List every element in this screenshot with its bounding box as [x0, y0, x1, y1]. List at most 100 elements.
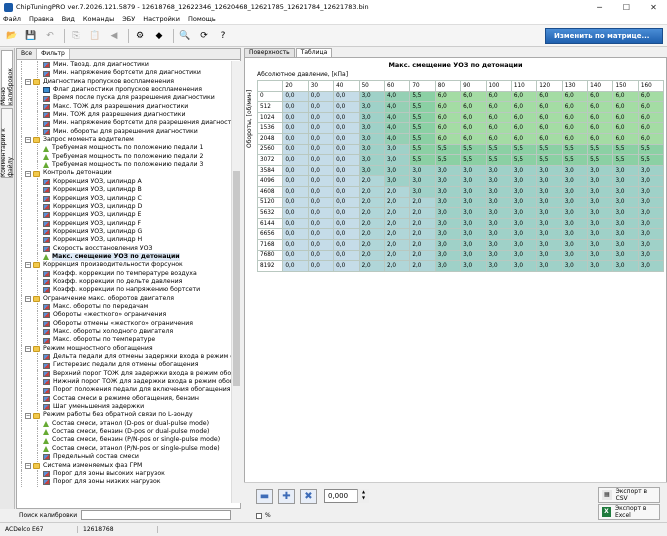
tree-item[interactable]: Макс. смещение УОЗ по детонации — [17, 252, 231, 262]
tab-surface[interactable]: Поверхность — [244, 48, 295, 57]
table-cell[interactable]: 5,5 — [510, 154, 538, 166]
table-cell[interactable]: 3,0 — [587, 196, 614, 209]
table-cell[interactable]: 3,0 — [510, 228, 538, 240]
tree-folder[interactable]: − Система изменяемых фаз ГРМ — [17, 461, 231, 470]
table-cell[interactable]: 3,0 — [409, 185, 436, 198]
table-cell[interactable]: 6,0 — [434, 122, 462, 134]
table-cell[interactable]: 6,0 — [587, 111, 614, 124]
table-cell[interactable]: 6,0 — [612, 132, 639, 145]
search-input[interactable] — [81, 510, 232, 520]
tree-item[interactable]: Коррекция УОЗ, цилиндр A — [17, 177, 231, 187]
table-cell[interactable]: 3,0 — [637, 217, 665, 230]
tree-item[interactable]: Мин. напряжение бортсети для диагностики — [17, 69, 231, 78]
table-cell[interactable]: 4,0 — [383, 90, 411, 103]
table-cell[interactable]: 0,0 — [282, 101, 309, 113]
tree-folder[interactable]: − Ограничение макс. оборотов двигателя — [17, 294, 231, 303]
change-by-matrix-button[interactable]: Изменить по матрице... — [545, 28, 663, 44]
tree-item[interactable]: Порог для зоны высоких нагрузок — [17, 469, 231, 479]
table-cell[interactable]: 3,0 — [587, 185, 614, 198]
table-cell[interactable]: 3,0 — [587, 238, 614, 251]
table-cell[interactable]: 5,5 — [561, 143, 589, 156]
scrollbar-thumb[interactable] — [233, 171, 240, 386]
table-cell[interactable]: 3,0 — [561, 196, 589, 209]
table-cell[interactable]: 3,0 — [460, 207, 487, 219]
table-cell[interactable]: 3,0 — [612, 185, 639, 198]
table-cell[interactable]: 3,0 — [536, 260, 563, 272]
tree-folder[interactable]: − Режим мощностного обогащения — [17, 344, 231, 354]
table-cell[interactable]: 5,5 — [612, 154, 639, 166]
table-cell[interactable]: 6,0 — [561, 111, 589, 124]
undo-button[interactable]: ↶ — [42, 28, 58, 44]
table-cell[interactable]: 6,0 — [460, 132, 487, 145]
table-cell[interactable]: 3,0 — [536, 196, 563, 209]
table-cell[interactable]: 6,0 — [510, 111, 538, 124]
table-cell[interactable]: 0,0 — [333, 228, 360, 240]
table-cell[interactable]: 5,5 — [637, 154, 665, 166]
table-cell[interactable]: 2,0 — [358, 217, 385, 230]
table-cell[interactable]: 0,0 — [307, 175, 335, 187]
tree-item[interactable]: Верхний порог ТОЖ для задержки входа в р… — [17, 369, 231, 379]
table-cell[interactable]: 3,0 — [637, 196, 665, 209]
tree-item[interactable]: Макс. ТОЖ для разрешения диагностики — [17, 102, 231, 112]
table-cell[interactable]: 6,0 — [485, 90, 512, 103]
table-cell[interactable]: 5,5 — [409, 143, 436, 156]
table-cell[interactable]: 3,0 — [485, 185, 512, 198]
paste-button[interactable]: 📋 — [87, 28, 103, 44]
table-cell[interactable]: 6,0 — [637, 122, 665, 134]
table-cell[interactable]: 2,0 — [409, 228, 436, 240]
table-cell[interactable]: 4,0 — [383, 101, 411, 113]
table-cell[interactable]: 5,5 — [536, 143, 563, 156]
table-cell[interactable]: 3,0 — [460, 185, 487, 198]
collapse-icon[interactable]: − — [25, 345, 31, 352]
table-cell[interactable]: 6,0 — [536, 122, 563, 134]
table-cell[interactable]: 3,0 — [358, 111, 385, 124]
table-cell[interactable]: 2,0 — [409, 249, 436, 262]
table-cell[interactable]: 2,0 — [358, 175, 385, 187]
menu-item-3[interactable]: Команды — [83, 15, 114, 23]
table-cell[interactable]: 3,0 — [510, 238, 538, 251]
table-cell[interactable]: 3,0 — [485, 196, 512, 209]
table-cell[interactable]: 3,0 — [612, 260, 639, 272]
table-cell[interactable]: 3,0 — [383, 175, 411, 187]
tree-item[interactable]: Флаг диагностики пропусков воспламенения — [17, 86, 231, 95]
table-cell[interactable]: 6,0 — [510, 132, 538, 145]
table-cell[interactable]: 0,0 — [307, 185, 335, 198]
table-cell[interactable]: 3,0 — [587, 207, 614, 219]
table-cell[interactable]: 0,0 — [333, 90, 360, 103]
table-cell[interactable]: 3,0 — [561, 217, 589, 230]
table-cell[interactable]: 6,0 — [536, 101, 563, 113]
table-cell[interactable]: 6,0 — [510, 101, 538, 113]
tree-item[interactable]: Порог для зоны низких нагрузок — [17, 478, 231, 487]
tree-item[interactable]: Состав смеси, бензин (P/N-pos or single-… — [17, 436, 231, 445]
collapse-icon[interactable]: − — [25, 412, 31, 419]
table-cell[interactable]: 3,0 — [485, 175, 512, 187]
table-cell[interactable]: 3,0 — [460, 217, 487, 230]
diamond-button[interactable]: ◆ — [151, 28, 167, 44]
table-cell[interactable]: 3,0 — [460, 228, 487, 240]
table-cell[interactable]: 4,0 — [383, 132, 411, 145]
table-cell[interactable]: 6,0 — [536, 111, 563, 124]
table-cell[interactable]: 3,0 — [612, 196, 639, 209]
table-cell[interactable]: 6,0 — [637, 132, 665, 145]
table-cell[interactable]: 6,0 — [561, 132, 589, 145]
table-cell[interactable]: 0,0 — [333, 238, 360, 251]
table-cell[interactable]: 3,0 — [358, 122, 385, 134]
table-cell[interactable]: 3,0 — [485, 164, 512, 177]
table-cell[interactable]: 6,0 — [434, 101, 462, 113]
tab-calibration-menu[interactable]: Меню калибровок — [0, 50, 14, 106]
table-cell[interactable]: 5,5 — [460, 143, 487, 156]
table-cell[interactable]: 2,0 — [383, 238, 411, 251]
table-cell[interactable]: 2,0 — [383, 185, 411, 198]
table-cell[interactable]: 3,0 — [536, 207, 563, 219]
table-cell[interactable]: 3,0 — [561, 260, 589, 272]
export-csv-button[interactable]: ▦ Экспорт в CSV — [598, 487, 660, 503]
collapse-icon[interactable]: − — [25, 78, 31, 85]
collapse-icon[interactable]: − — [25, 262, 31, 269]
table-cell[interactable]: 6,0 — [637, 111, 665, 124]
table-cell[interactable]: 0,0 — [307, 101, 335, 113]
tree-item[interactable]: Обороты «жесткого» ограничения — [17, 311, 231, 320]
table-cell[interactable]: 6,0 — [510, 122, 538, 134]
table-cell[interactable]: 6,0 — [485, 132, 512, 145]
table-cell[interactable]: 3,0 — [409, 175, 436, 187]
tree-folder[interactable]: − Коррекция производительности форсунок — [17, 261, 231, 270]
